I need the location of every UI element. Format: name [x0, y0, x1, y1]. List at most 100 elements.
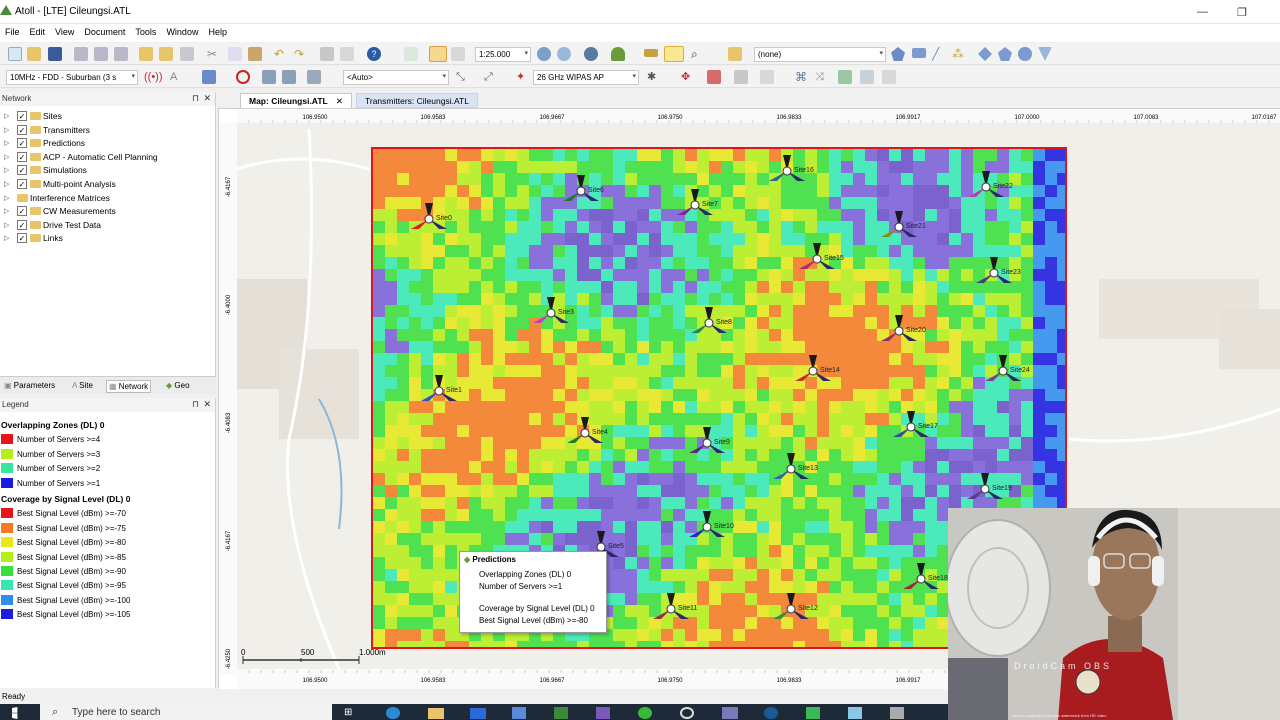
visibility-checkbox[interactable]: ✓ [17, 151, 27, 162]
close-icon[interactable]: ✕ [203, 399, 211, 410]
open-icon[interactable] [27, 47, 41, 61]
help-icon[interactable]: ? [367, 47, 381, 61]
site-dot-icon[interactable] [546, 308, 556, 318]
start-icon[interactable] [12, 707, 18, 719]
site-dot-icon[interactable] [786, 464, 796, 474]
tab-map[interactable]: Map: Cileungsi.ATL ✕ [240, 93, 353, 108]
site-dot-icon[interactable] [894, 326, 904, 336]
close-icon[interactable]: ✕ [336, 96, 343, 106]
rectangle-icon[interactable] [912, 48, 926, 58]
site-dot-icon[interactable] [596, 542, 606, 552]
zoom-in-icon[interactable] [537, 47, 551, 61]
band-combo[interactable]: 26 GHz WIPAS AP ▾ [533, 70, 639, 85]
carrier-combo[interactable]: 10MHz - FDD - Suburban (3 s ▾ [6, 70, 138, 85]
edge-icon[interactable] [386, 707, 400, 719]
import-icon[interactable] [139, 47, 153, 61]
zoom-out-icon[interactable] [557, 47, 571, 61]
app-icon-window[interactable] [722, 707, 738, 719]
site-dot-icon[interactable] [702, 522, 712, 532]
grid-icon[interactable] [262, 70, 276, 84]
app-icon-blue[interactable] [848, 707, 862, 719]
table-icon[interactable] [282, 70, 296, 84]
print-icon[interactable] [320, 47, 334, 61]
database-refresh-icon[interactable] [94, 47, 108, 61]
paste-icon[interactable] [248, 47, 262, 61]
excel-icon[interactable] [554, 707, 568, 719]
site-dot-icon[interactable] [906, 422, 916, 432]
arrows-icon[interactable]: ⤨ [815, 70, 829, 84]
new-icon[interactable] [8, 47, 22, 61]
expand-icon[interactable]: ▷ [4, 194, 9, 202]
visibility-checkbox[interactable]: ✓ [17, 124, 27, 135]
visibility-checkbox[interactable]: ✓ [17, 178, 27, 189]
site-dot-icon[interactable] [989, 268, 999, 278]
site-dot-icon[interactable] [981, 182, 991, 192]
calculate-icon[interactable] [307, 70, 321, 84]
expand-icon[interactable]: ▷ [4, 234, 9, 242]
move-icon[interactable]: ✥ [681, 70, 695, 84]
site-dot-icon[interactable] [786, 604, 796, 614]
site-dot-icon[interactable] [894, 222, 904, 232]
ruler-icon[interactable] [644, 49, 658, 57]
app-icon-purple[interactable] [596, 707, 610, 719]
expand-icon[interactable]: ▷ [4, 153, 9, 161]
steam-icon[interactable] [764, 707, 778, 719]
antenna-icon[interactable]: ((•)) [144, 70, 163, 84]
expand-icon[interactable]: ▷ [4, 166, 9, 174]
visibility-checkbox[interactable]: ✓ [17, 165, 27, 176]
tab-network[interactable]: ▦ Network [106, 380, 152, 393]
expand-icon[interactable]: ▷ [4, 221, 9, 229]
select-pointer-icon[interactable] [429, 46, 447, 62]
visibility-checkbox[interactable]: ✓ [17, 206, 27, 217]
site-dot-icon[interactable] [808, 366, 818, 376]
refresh-icon[interactable] [404, 47, 418, 61]
zoom-area-icon[interactable] [584, 47, 598, 61]
points-icon[interactable]: ⁂ [952, 47, 966, 61]
page-icon[interactable] [882, 70, 896, 84]
redo-icon[interactable]: ↷ [294, 47, 308, 61]
scale-combo[interactable]: 1:25.000 ▾ [475, 47, 531, 62]
visibility-checkbox[interactable]: ✓ [17, 111, 27, 121]
menu-view[interactable]: View [50, 24, 79, 40]
expand-icon[interactable]: ▷ [4, 207, 9, 215]
pin-icon[interactable]: ⊓ [192, 93, 199, 104]
database-icon[interactable] [74, 47, 88, 61]
print-preview-icon[interactable] [340, 47, 354, 61]
site-dot-icon[interactable] [704, 318, 714, 328]
tools-icon[interactable]: ✱ [647, 70, 661, 84]
pin-icon[interactable]: ⊓ [192, 399, 199, 410]
site-dot-icon[interactable] [690, 200, 700, 210]
tooltip-toggle-icon[interactable] [664, 46, 684, 62]
task-view-icon[interactable]: ⊞ [344, 707, 352, 718]
site-dot-icon[interactable] [998, 366, 1008, 376]
app-icon-gray[interactable] [890, 707, 904, 719]
expand-icon[interactable]: ▷ [4, 180, 9, 188]
filter-icon[interactable]: A [170, 70, 184, 84]
taskbar-search[interactable]: ⌕ Type here to search [40, 704, 332, 720]
polygon-icon[interactable] [891, 47, 905, 61]
tab-geo[interactable]: ◆ Geo [164, 380, 192, 391]
shape-diamond-icon[interactable] [978, 47, 992, 61]
restore-icon[interactable]: ❐ [1237, 6, 1247, 19]
site-dot-icon[interactable] [980, 484, 990, 494]
explorer-icon[interactable] [428, 708, 444, 719]
expand-icon[interactable]: ▷ [4, 126, 9, 134]
visibility-checkbox[interactable]: ✓ [17, 219, 27, 230]
target-icon[interactable] [236, 70, 250, 84]
pan-hand-icon[interactable] [451, 47, 465, 61]
menu-edit[interactable]: Edit [25, 24, 51, 40]
shape-pentagon-icon[interactable] [998, 47, 1012, 61]
network-icon[interactable] [202, 70, 216, 84]
shape-triangle-icon[interactable] [1038, 47, 1052, 61]
microwave-icon[interactable]: ✦ [516, 70, 530, 84]
tab-transmitters[interactable]: Transmitters: Cileungsi.ATL [356, 93, 478, 108]
list-icon[interactable] [760, 70, 774, 84]
site-dot-icon[interactable] [702, 438, 712, 448]
measure-icon[interactable]: ⤡ [456, 70, 470, 84]
shape-circle-icon[interactable] [1018, 47, 1032, 61]
site-dot-icon[interactable] [812, 254, 822, 264]
visibility-checkbox[interactable]: ✓ [17, 138, 27, 149]
obs-icon[interactable] [680, 707, 694, 719]
sort-icon[interactable] [707, 70, 721, 84]
site-dot-icon[interactable] [666, 604, 676, 614]
